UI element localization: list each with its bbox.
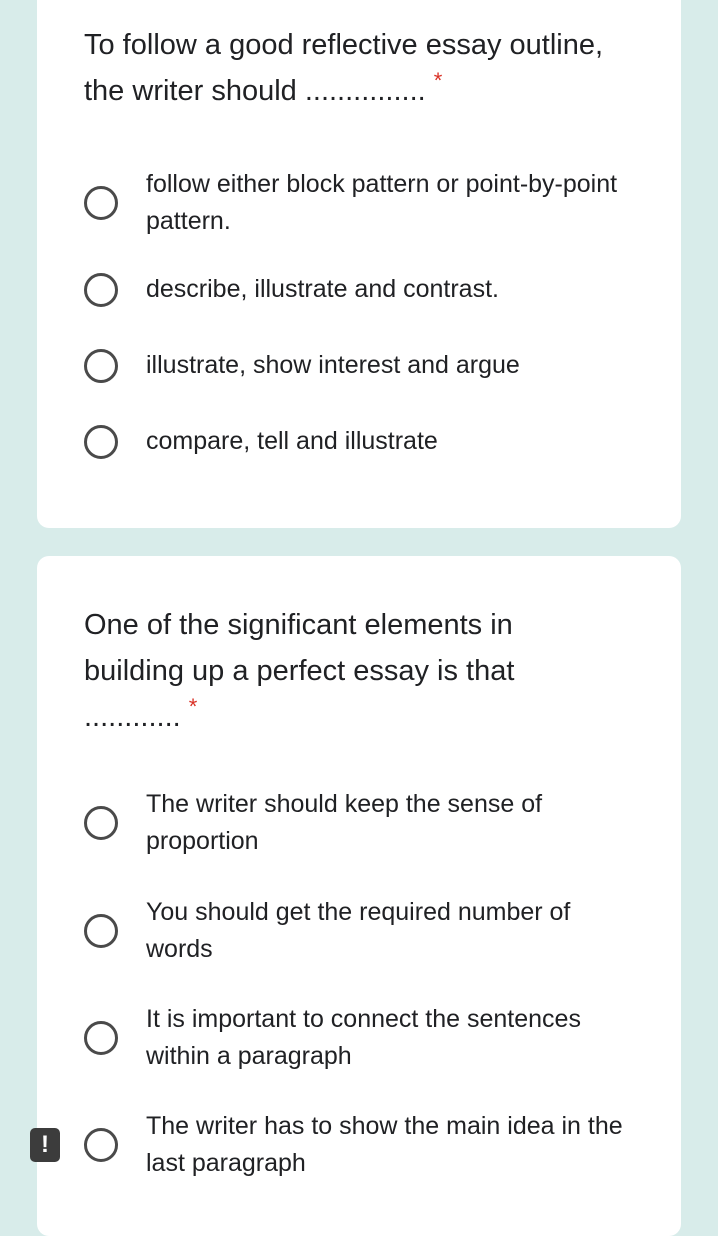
radio-option[interactable]: compare, tell and illustrate	[81, 423, 641, 460]
question-text: To follow a good reflective essay outlin…	[84, 29, 604, 107]
question-text: One of the significant elements in build…	[84, 609, 515, 733]
question-title: One of the significant elements in build…	[84, 602, 604, 742]
alert-icon[interactable]: !	[30, 1128, 60, 1162]
radio-option[interactable]: follow either block pattern or point-by-…	[81, 166, 641, 240]
option-label: The writer has to show the main idea in …	[146, 1112, 623, 1177]
question-title: To follow a good reflective essay outlin…	[84, 22, 604, 116]
radio-option[interactable]: It is important to connect the sentences…	[81, 1001, 641, 1075]
radio-circle-icon[interactable]	[84, 348, 118, 383]
required-asterisk: *	[433, 68, 443, 93]
radio-circle-icon[interactable]	[84, 272, 118, 307]
radio-circle-icon[interactable]	[84, 806, 118, 840]
option-label: The writer should keep the sense of prop…	[146, 790, 543, 855]
radio-circle-icon[interactable]	[84, 186, 118, 220]
question-card-2: One of the significant elements in build…	[37, 556, 681, 1236]
option-label: You should get the required number of wo…	[146, 898, 571, 963]
radio-option[interactable]: You should get the required number of wo…	[81, 894, 641, 968]
radio-circle-icon[interactable]	[84, 1128, 118, 1162]
radio-circle-icon[interactable]	[84, 1021, 118, 1055]
option-label: follow either block pattern or point-by-…	[146, 170, 618, 235]
option-label: It is important to connect the sentences…	[146, 1005, 581, 1070]
option-label: illustrate, show interest and argue	[146, 351, 520, 379]
radio-circle-icon[interactable]	[84, 914, 118, 948]
radio-option[interactable]: describe, illustrate and contrast.	[81, 271, 641, 308]
radio-option[interactable]: illustrate, show interest and argue	[81, 347, 641, 384]
radio-option[interactable]: The writer has to show the main idea in …	[81, 1108, 641, 1182]
radio-circle-icon[interactable]	[84, 424, 118, 459]
required-asterisk: *	[188, 694, 198, 719]
radio-option[interactable]: The writer should keep the sense of prop…	[81, 786, 641, 860]
question-card-1: To follow a good reflective essay outlin…	[37, 0, 681, 528]
option-label: compare, tell and illustrate	[146, 427, 438, 455]
option-label: describe, illustrate and contrast.	[146, 275, 499, 303]
